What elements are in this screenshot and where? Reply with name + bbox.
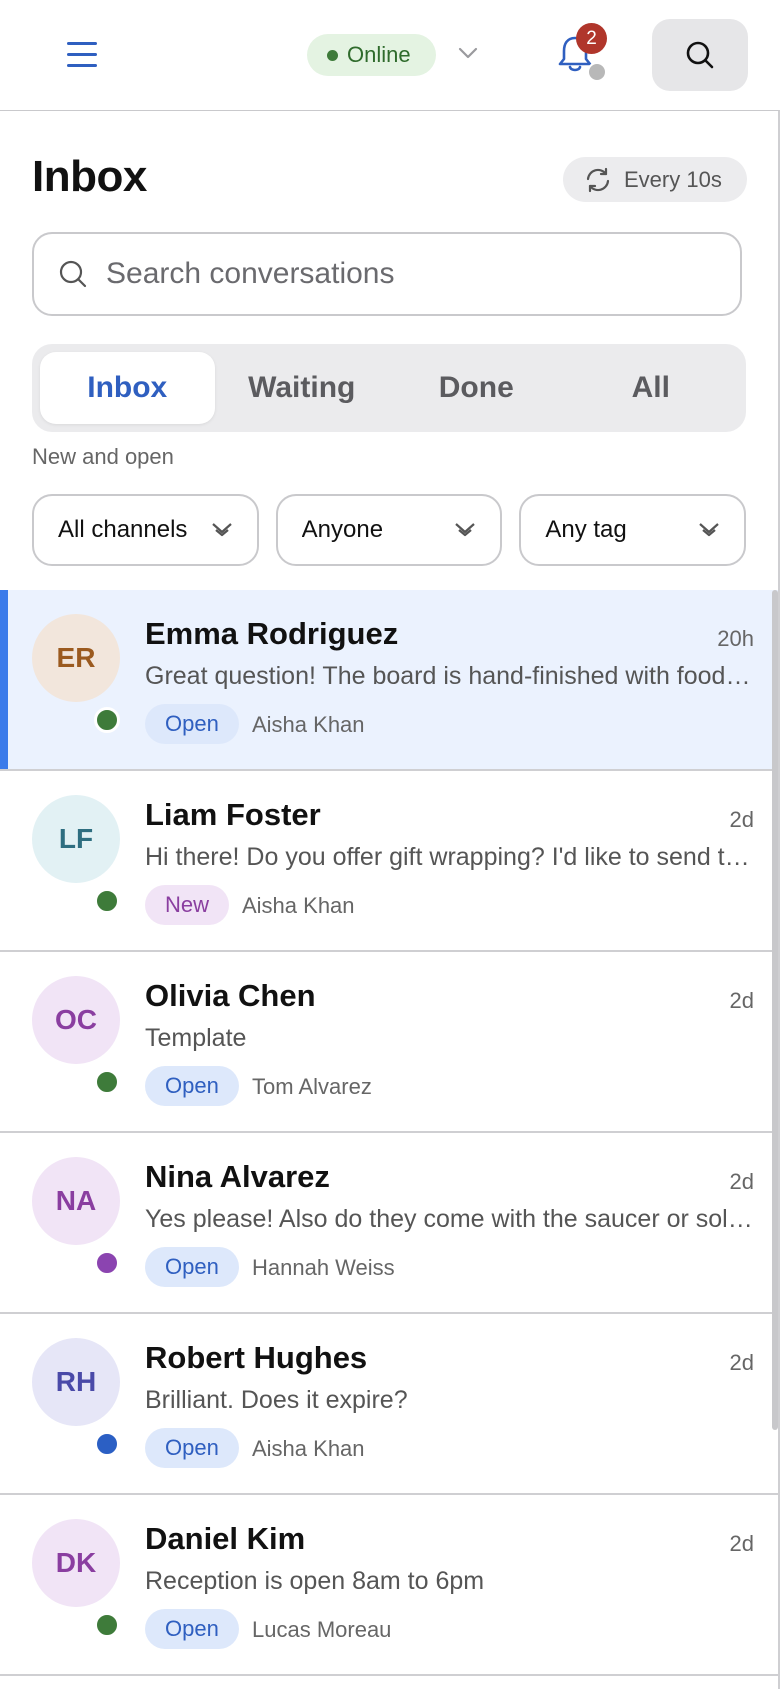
avatar: NA (32, 1157, 120, 1245)
status-label: Online (347, 42, 411, 67)
status-badge: Open (145, 1428, 239, 1468)
tab-waiting[interactable]: Waiting (215, 352, 390, 424)
search-icon (686, 41, 714, 69)
status-badge: Open (145, 704, 239, 744)
message-preview: Reception is open 8am to 6pm (145, 1567, 485, 1595)
scrollbar[interactable] (772, 590, 778, 1430)
contact-name: Olivia Chen (145, 978, 316, 1013)
presence-dot (94, 1250, 120, 1276)
status-badge: Open (145, 1066, 239, 1106)
inbox-tabs: Inbox Waiting Done All (32, 344, 746, 432)
assignee-name: Aisha Khan (252, 712, 365, 737)
menu-icon[interactable] (64, 38, 104, 70)
contact-name: Daniel Kim (145, 1521, 306, 1556)
presence-dot (94, 1069, 120, 1095)
tab-done[interactable]: Done (389, 352, 564, 424)
presence-dot (94, 707, 120, 733)
timestamp: 2d (729, 1350, 754, 1375)
search-input[interactable] (104, 256, 668, 292)
presence-dot (94, 1612, 120, 1638)
filter-bar: All channels Anyone Any tag (32, 494, 747, 566)
assignee-name: Aisha Khan (252, 1436, 365, 1461)
assignee-name: Hannah Weiss (252, 1255, 395, 1280)
filter-label: Any tag (545, 516, 627, 543)
message-preview: Great question! The board is hand-finish… (145, 662, 753, 690)
timestamp: 2d (729, 807, 754, 832)
conversation-row[interactable]: OC Olivia Chen 2d Template Open Tom Alva… (0, 952, 778, 1133)
avatar: RH (32, 1338, 120, 1426)
contact-name: Emma Rodriguez (145, 616, 399, 651)
filter-label: Anyone (301, 516, 384, 543)
status-badge: Open (145, 1609, 239, 1649)
message-preview: Yes please! Also do they come with the s… (145, 1205, 753, 1233)
chevron-down-icon (455, 523, 476, 537)
top-bar: Online 2 (0, 0, 780, 110)
assignee-filter[interactable]: Anyone (275, 494, 503, 566)
timestamp: 2d (729, 1169, 754, 1194)
presence-dot (94, 888, 120, 914)
status-badge: New (145, 885, 230, 925)
message-preview: Hi there! Do you offer gift wrapping? I'… (145, 843, 753, 871)
chevron-down-icon (211, 523, 232, 537)
avatar: OC (32, 976, 120, 1064)
avatar: LF (32, 795, 120, 883)
refresh-interval-label: Every 10s (624, 166, 722, 192)
avatar: ER (32, 614, 120, 702)
timestamp: 20h (717, 626, 754, 651)
conversation-list: ER Emma Rodriguez 20h Great question! Th… (0, 590, 778, 1676)
contact-name: Nina Alvarez (145, 1159, 330, 1194)
assignee-name: Tom Alvarez (252, 1074, 372, 1099)
conversation-search[interactable] (32, 232, 742, 316)
auto-refresh-button[interactable]: Every 10s (563, 157, 747, 202)
search-icon (59, 260, 87, 288)
refresh-icon (586, 167, 610, 192)
status-badge: Open (145, 1247, 239, 1287)
conversation-row[interactable]: ER Emma Rodriguez 20h Great question! Th… (0, 590, 778, 771)
presence-dot (94, 1431, 120, 1457)
contact-name: Robert Hughes (145, 1340, 368, 1375)
status-dot (327, 49, 338, 61)
conversation-row[interactable]: NA Nina Alvarez 2d Yes please! Also do t… (0, 1133, 778, 1314)
assignee-name: Lucas Moreau (252, 1617, 392, 1642)
selection-indicator (0, 590, 8, 769)
contact-name: Liam Foster (145, 797, 321, 832)
chevron-down-icon (699, 523, 719, 537)
timestamp: 2d (729, 988, 754, 1013)
tag-filter[interactable]: Any tag (519, 494, 747, 566)
tab-description: New and open (32, 444, 174, 469)
conversation-row[interactable]: LF Liam Foster 2d Hi there! Do you offer… (0, 771, 778, 952)
filter-label: All channels (58, 516, 188, 543)
presence-dot (587, 62, 607, 82)
notification-count-badge: 2 (576, 23, 607, 54)
assignee-name: Aisha Khan (242, 893, 355, 918)
search-button[interactable] (652, 19, 748, 91)
avatar: DK (32, 1519, 120, 1607)
conversation-row[interactable]: DK Daniel Kim 2d Reception is open 8am t… (0, 1495, 778, 1676)
chevron-down-icon[interactable] (455, 40, 481, 66)
message-preview: Brilliant. Does it expire? (145, 1386, 408, 1414)
status-selector[interactable]: Online (307, 34, 436, 76)
tab-all[interactable]: All (564, 352, 739, 424)
conversation-row[interactable]: RH Robert Hughes 2d Brilliant. Does it e… (0, 1314, 778, 1495)
timestamp: 2d (729, 1531, 754, 1556)
tab-inbox[interactable]: Inbox (40, 352, 215, 424)
channel-filter[interactable]: All channels (32, 494, 259, 566)
message-preview: Template (145, 1024, 247, 1052)
page-title: Inbox (32, 152, 147, 201)
